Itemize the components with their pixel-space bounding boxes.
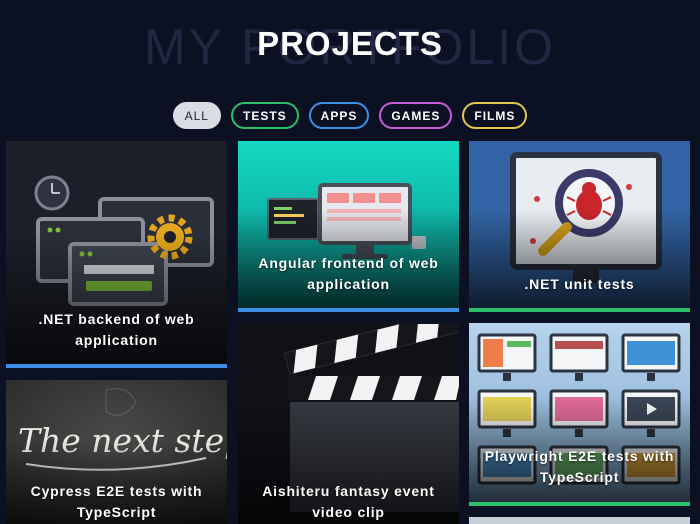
hero-header: MY PORTFOLIO PROJECTS xyxy=(0,0,700,90)
category-bar-apps xyxy=(238,308,459,312)
filter-bar: ALL TESTS APPS GAMES FILMS xyxy=(0,102,700,129)
project-card-partial[interactable] xyxy=(469,517,690,524)
project-title: Angular frontend of web application xyxy=(258,255,439,292)
category-bar-tests xyxy=(469,308,690,312)
project-card-aishiteru[interactable]: Aishiteru fantasy event video clip xyxy=(238,324,459,524)
project-card-dotnet-unit-tests[interactable]: .NET unit tests xyxy=(469,141,690,312)
project-title: .NET unit tests xyxy=(524,276,635,292)
project-card-cypress[interactable]: The next step Cypress E2E tests with Typ… xyxy=(6,380,227,524)
project-card-angular-frontend[interactable]: Angular frontend of web application xyxy=(238,141,459,312)
project-title: Playwright E2E tests with TypeScript xyxy=(484,448,675,485)
filter-apps-button[interactable]: APPS xyxy=(308,102,370,129)
project-title: Aishiteru fantasy event video clip xyxy=(262,483,435,520)
project-title: Cypress E2E tests with TypeScript xyxy=(30,483,203,520)
category-bar-tests xyxy=(469,502,690,506)
page-title: PROJECTS xyxy=(257,25,443,62)
filter-all-button[interactable]: ALL xyxy=(172,102,221,129)
category-bar-apps xyxy=(6,364,227,368)
project-card-dotnet-backend[interactable]: .NET backend of web application xyxy=(6,141,227,368)
filter-tests-button[interactable]: TESTS xyxy=(230,102,299,129)
project-card-playwright[interactable]: Playwright E2E tests with TypeScript xyxy=(469,323,690,506)
filter-films-button[interactable]: FILMS xyxy=(462,102,528,129)
filter-games-button[interactable]: GAMES xyxy=(379,102,453,129)
project-title: .NET backend of web application xyxy=(38,311,195,348)
